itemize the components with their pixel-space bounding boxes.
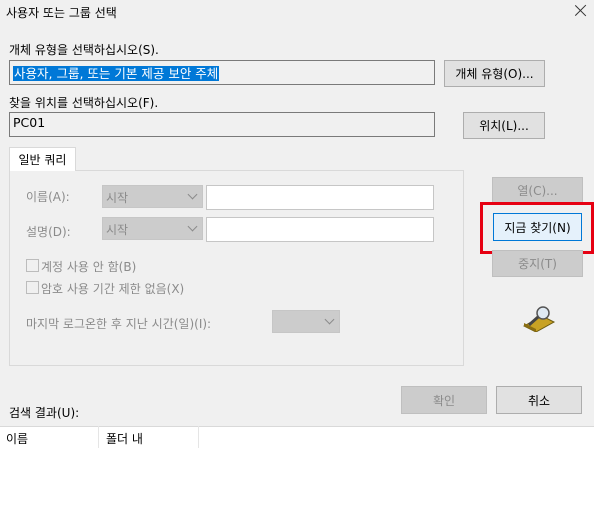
disabled-accounts-label: 계정 사용 안 함(B) [41,260,137,274]
chevron-down-icon [187,221,198,232]
column-divider [98,426,99,448]
description-mode-select[interactable]: 시작 [102,217,203,240]
ok-button[interactable]: 확인 [401,386,487,414]
name-mode-select[interactable]: 시작 [102,185,203,208]
description-mode-value: 시작 [106,223,129,237]
object-type-value: 사용자, 그룹, 또는 기본 제공 보안 주체 [13,66,220,81]
chevron-down-icon [187,189,198,200]
name-mode-value: 시작 [106,191,129,205]
chevron-down-icon [324,314,335,325]
object-types-button[interactable]: 개체 유형(O)... [444,60,545,87]
name-label: 이름(A): [26,190,70,204]
non-expiring-password-label: 암호 사용 기간 제한 없음(X) [41,282,185,296]
disabled-accounts-checkbox[interactable] [26,259,39,272]
object-type-label: 개체 유형을 선택하십시오(S). [9,43,159,57]
cancel-button[interactable]: 취소 [496,386,582,414]
description-input[interactable] [206,217,434,242]
close-icon[interactable] [572,2,590,20]
column-header-folder[interactable]: 폴더 내 [106,430,143,447]
description-label: 설명(D): [26,225,71,239]
location-field[interactable]: PC01 [9,112,435,137]
name-input[interactable] [206,185,434,210]
location-label: 찾을 위치를 선택하십시오(F). [9,96,159,110]
find-now-button[interactable]: 지금 찾기(N) [493,213,582,241]
magnifier-icon [522,304,556,333]
search-results-list[interactable] [0,426,594,520]
non-expiring-password-checkbox[interactable] [26,281,39,294]
object-type-field[interactable]: 사용자, 그룹, 또는 기본 제공 보안 주체 [9,60,435,85]
stop-button[interactable]: 중지(T) [492,250,583,277]
locations-button[interactable]: 위치(L)... [463,112,545,139]
column-divider [198,426,199,448]
days-since-logon-select[interactable] [272,310,340,333]
tab-common-queries[interactable]: 일반 쿼리 [9,147,76,171]
dialog-title: 사용자 또는 그룹 선택 [6,6,117,20]
days-since-logon-label: 마지막 로그온한 후 지난 시간(일)(I): [26,317,212,331]
columns-button[interactable]: 열(C)... [492,177,583,204]
location-value: PC01 [13,115,46,130]
column-header-name[interactable]: 이름 [6,430,28,447]
search-results-label: 검색 결과(U): [9,406,80,420]
